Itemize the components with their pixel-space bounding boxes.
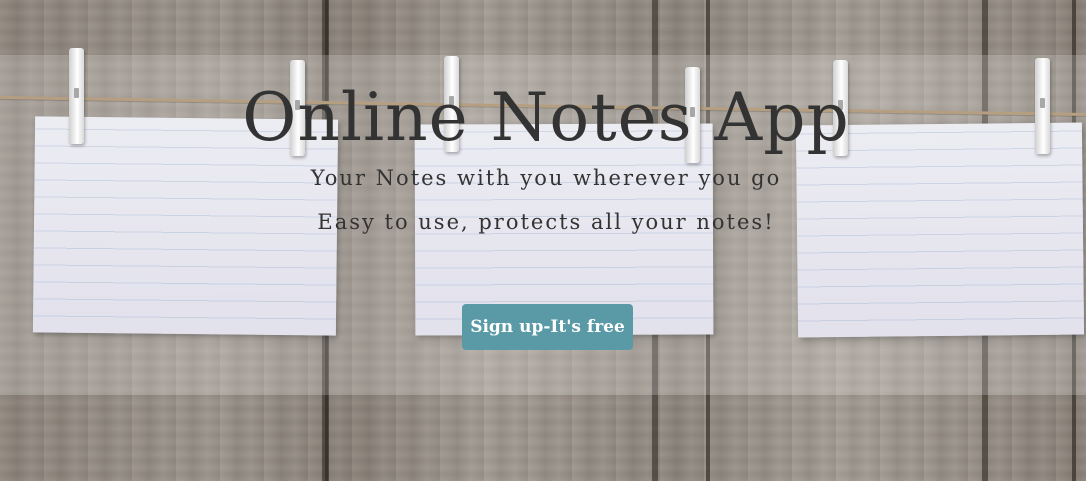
page-title: Online Notes App [242,79,850,156]
hero-tagline: Easy to use, protects all your notes! [317,210,775,234]
hero-section: Online Notes App Your Notes with you whe… [0,0,1086,481]
hero-subtitle: Your Notes with you wherever you go [310,166,782,190]
signup-button[interactable]: Sign up-It's free [462,304,633,350]
